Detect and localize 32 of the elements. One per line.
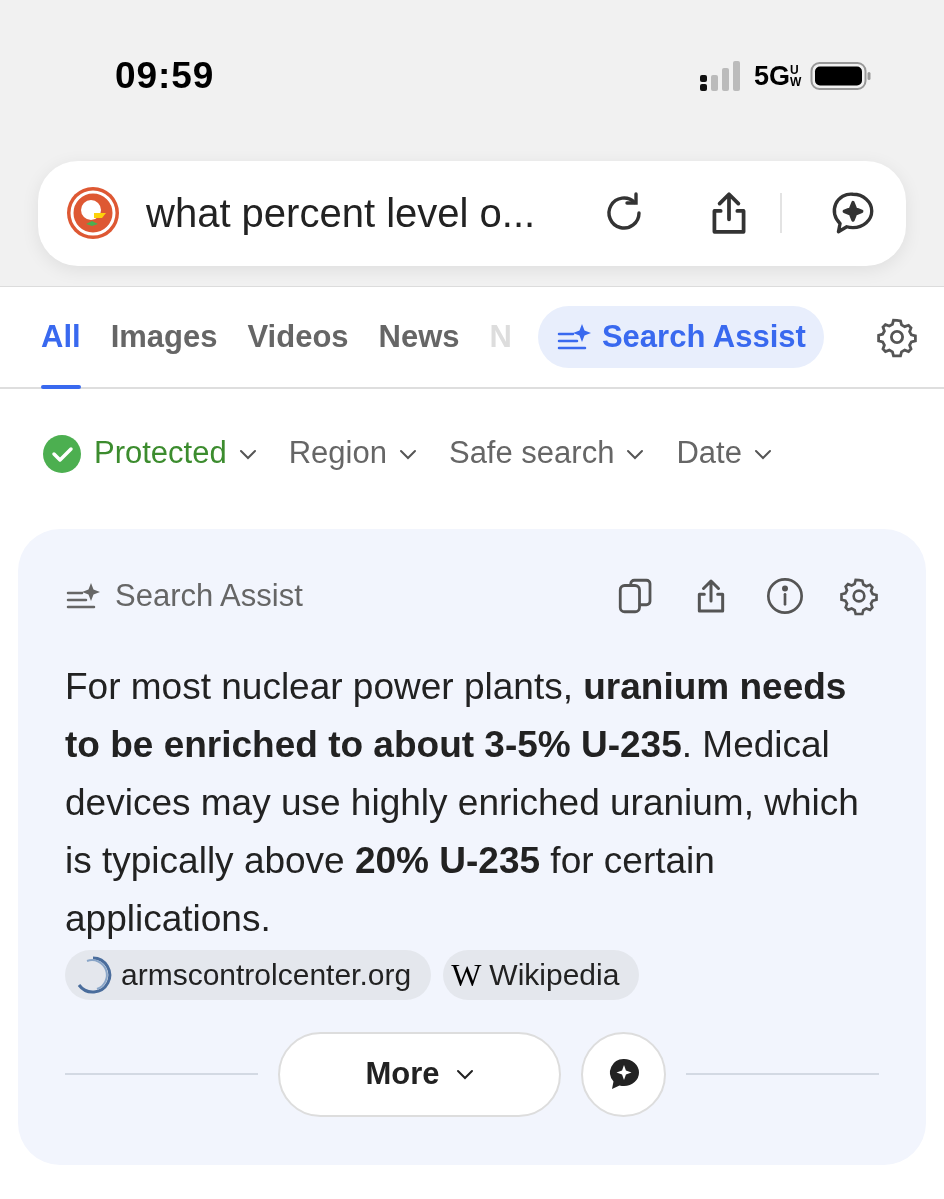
address-bar[interactable]: what percent level o... (38, 160, 906, 266)
filter-dropdown[interactable]: Protected (42, 430, 257, 477)
chevron-down-icon (398, 447, 417, 460)
filter-dropdown[interactable]: Date (676, 430, 772, 477)
tab[interactable]: All (41, 287, 81, 387)
address-text: what percent level o... (146, 190, 536, 237)
chevron-down-icon (753, 447, 772, 460)
filter-dropdown[interactable]: Safe search (448, 430, 645, 477)
filter-dropdown[interactable]: Region (288, 430, 417, 477)
status-time: 09:59 (115, 54, 215, 98)
chevron-down-icon (455, 1068, 474, 1080)
search-assist-tab[interactable]: Search Assist (537, 306, 824, 368)
tab[interactable]: Videos (247, 287, 349, 387)
network-subscript-label: UW (790, 63, 800, 88)
tab[interactable]: Images (110, 287, 218, 387)
network-label: 5G (753, 59, 790, 93)
chevron-down-icon (238, 447, 257, 460)
settings-icon[interactable] (839, 576, 879, 617)
chevron-down-icon (626, 447, 645, 460)
card-title: Search Assist (115, 577, 303, 615)
duck-logo-icon (66, 186, 120, 240)
info-icon[interactable] (765, 576, 805, 617)
check-circle-icon (42, 433, 82, 474)
tab[interactable]: News (378, 287, 460, 387)
answer-text: For most nuclear power plants, uranium needs to be enriched to about 3-5% U-235. Medical devices may use highly enriched uranium, which is typically above 20% U-235 for certain applications. (65, 664, 860, 941)
source-chip[interactable]: W Wikipedia (443, 949, 640, 1000)
settings-icon[interactable] (876, 316, 918, 358)
more-button[interactable]: More (278, 1031, 561, 1117)
search-assist-icon (555, 322, 592, 352)
logo-letter: W (451, 958, 482, 991)
source-chip[interactable]: armscontrolcenter.org (65, 949, 432, 1000)
battery-icon (810, 60, 872, 91)
